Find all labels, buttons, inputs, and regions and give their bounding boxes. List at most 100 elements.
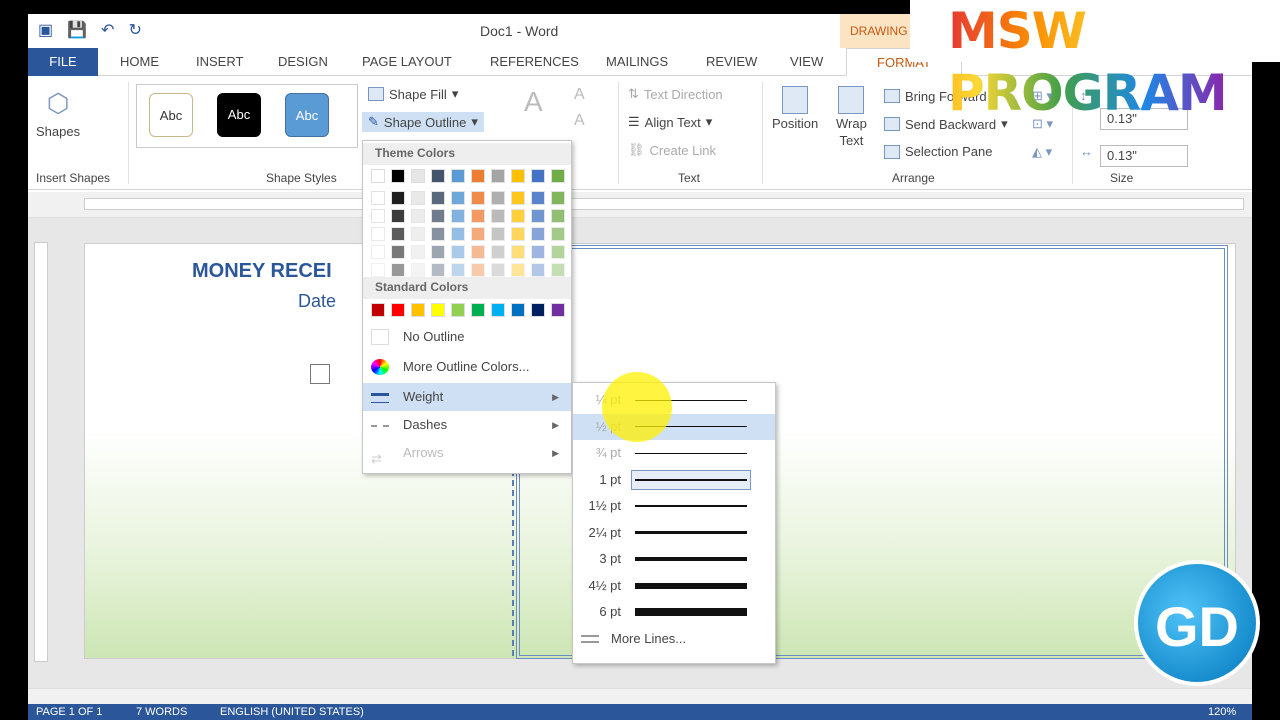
tab-home[interactable]: HOME: [120, 48, 159, 76]
theme-color-swatch[interactable]: [431, 263, 445, 277]
theme-color-swatch[interactable]: [491, 169, 505, 183]
document-heading[interactable]: MONEY RECEI: [192, 260, 332, 283]
theme-color-swatch[interactable]: [451, 169, 465, 183]
theme-color-swatch[interactable]: [451, 209, 465, 223]
standard-color-swatch[interactable]: [391, 303, 405, 317]
theme-color-swatch[interactable]: [551, 169, 565, 183]
theme-color-swatch[interactable]: [371, 227, 385, 241]
theme-color-swatch[interactable]: [491, 209, 505, 223]
save-icon[interactable]: 💾: [67, 20, 87, 40]
theme-color-swatch[interactable]: [551, 191, 565, 205]
style-sample-white[interactable]: Abc: [149, 93, 193, 137]
wordart-icon[interactable]: A: [524, 86, 543, 118]
weight-option[interactable]: 6 pt: [573, 599, 775, 625]
theme-color-swatch[interactable]: [431, 245, 445, 259]
standard-color-swatch[interactable]: [411, 303, 425, 317]
undo-icon[interactable]: ↶: [101, 20, 114, 40]
theme-color-swatch[interactable]: [511, 245, 525, 259]
more-outline-colors-item[interactable]: More Outline Colors...: [363, 353, 571, 381]
standard-color-swatch[interactable]: [491, 303, 505, 317]
theme-color-swatch[interactable]: [531, 245, 545, 259]
theme-color-swatch[interactable]: [371, 169, 385, 183]
theme-color-swatch[interactable]: [411, 209, 425, 223]
theme-color-swatch[interactable]: [371, 245, 385, 259]
text-direction-button[interactable]: ⇅ Text Direction: [628, 86, 723, 102]
theme-color-swatch[interactable]: [411, 245, 425, 259]
theme-color-swatch[interactable]: [551, 245, 565, 259]
standard-color-swatch[interactable]: [511, 303, 525, 317]
theme-color-swatch[interactable]: [431, 191, 445, 205]
weight-option[interactable]: 2¼ pt: [573, 520, 775, 546]
theme-color-swatch[interactable]: [491, 191, 505, 205]
theme-color-swatch[interactable]: [511, 169, 525, 183]
theme-color-swatch[interactable]: [531, 169, 545, 183]
theme-color-swatch[interactable]: [531, 263, 545, 277]
theme-color-swatch[interactable]: [511, 209, 525, 223]
theme-color-swatch[interactable]: [391, 191, 405, 205]
theme-color-swatch[interactable]: [391, 227, 405, 241]
rotate-icon[interactable]: ◭ ▾: [1032, 144, 1052, 160]
theme-color-swatch[interactable]: [371, 209, 385, 223]
weight-option[interactable]: 1½ pt: [573, 493, 775, 519]
theme-color-swatch[interactable]: [471, 169, 485, 183]
horizontal-scrollbar[interactable]: [28, 688, 1252, 704]
page-count[interactable]: PAGE 1 OF 1: [36, 704, 102, 720]
tab-file[interactable]: FILE: [28, 48, 98, 76]
theme-color-swatch[interactable]: [451, 245, 465, 259]
standard-color-swatch[interactable]: [471, 303, 485, 317]
tab-mailings[interactable]: MAILINGS: [606, 48, 668, 76]
tab-insert[interactable]: INSERT: [196, 48, 243, 76]
more-lines-item[interactable]: More Lines...: [573, 625, 781, 653]
theme-color-swatch[interactable]: [531, 209, 545, 223]
redo-icon[interactable]: ↻: [128, 20, 141, 40]
theme-color-swatch[interactable]: [471, 191, 485, 205]
theme-color-swatch[interactable]: [411, 191, 425, 205]
tab-review[interactable]: REVIEW: [706, 48, 757, 76]
tab-design[interactable]: DESIGN: [278, 48, 328, 76]
word-count[interactable]: 7 WORDS: [136, 704, 187, 720]
theme-color-swatch[interactable]: [511, 263, 525, 277]
standard-color-swatch[interactable]: [451, 303, 465, 317]
no-outline-item[interactable]: No Outline: [363, 323, 571, 351]
theme-color-swatch[interactable]: [391, 263, 405, 277]
theme-color-swatch[interactable]: [511, 191, 525, 205]
theme-color-swatch[interactable]: [431, 209, 445, 223]
theme-color-swatch[interactable]: [471, 263, 485, 277]
theme-color-swatch[interactable]: [531, 191, 545, 205]
theme-color-swatch[interactable]: [411, 227, 425, 241]
theme-color-swatch[interactable]: [551, 263, 565, 277]
shapes-button[interactable]: ⬡ Shapes: [36, 88, 80, 139]
text-fill-icon[interactable]: A: [574, 86, 585, 104]
theme-color-swatch[interactable]: [491, 227, 505, 241]
theme-color-swatch[interactable]: [391, 169, 405, 183]
theme-color-swatch[interactable]: [411, 169, 425, 183]
shape-fill-button[interactable]: Shape Fill ▾: [368, 86, 458, 102]
theme-color-swatch[interactable]: [431, 227, 445, 241]
theme-color-swatch[interactable]: [371, 191, 385, 205]
theme-color-swatch[interactable]: [371, 263, 385, 277]
theme-color-swatch[interactable]: [511, 227, 525, 241]
weight-item[interactable]: Weight ▶: [363, 383, 571, 411]
weight-option[interactable]: 4½ pt: [573, 573, 775, 599]
standard-color-swatch[interactable]: [531, 303, 545, 317]
standard-color-swatch[interactable]: [551, 303, 565, 317]
tab-page-layout[interactable]: PAGE LAYOUT: [362, 48, 452, 76]
theme-color-swatch[interactable]: [491, 263, 505, 277]
tab-view[interactable]: VIEW: [790, 48, 823, 76]
theme-color-swatch[interactable]: [551, 209, 565, 223]
language[interactable]: ENGLISH (UNITED STATES): [220, 704, 364, 720]
theme-color-swatch[interactable]: [471, 227, 485, 241]
theme-color-swatch[interactable]: [451, 227, 465, 241]
selection-pane-button[interactable]: Selection Pane: [884, 144, 992, 159]
style-sample-black[interactable]: Abc: [217, 93, 261, 137]
wrap-text-button[interactable]: Wrap Text: [836, 86, 867, 148]
shape-width-input[interactable]: 0.13": [1100, 145, 1188, 167]
theme-color-swatch[interactable]: [551, 227, 565, 241]
theme-color-swatch[interactable]: [451, 263, 465, 277]
weight-option[interactable]: ¾ pt: [573, 440, 775, 466]
theme-color-swatch[interactable]: [491, 245, 505, 259]
align-text-button[interactable]: ☰ Align Text ▾: [628, 114, 712, 130]
position-button[interactable]: Position: [772, 86, 818, 131]
theme-color-swatch[interactable]: [531, 227, 545, 241]
selected-small-shape[interactable]: [310, 364, 330, 384]
